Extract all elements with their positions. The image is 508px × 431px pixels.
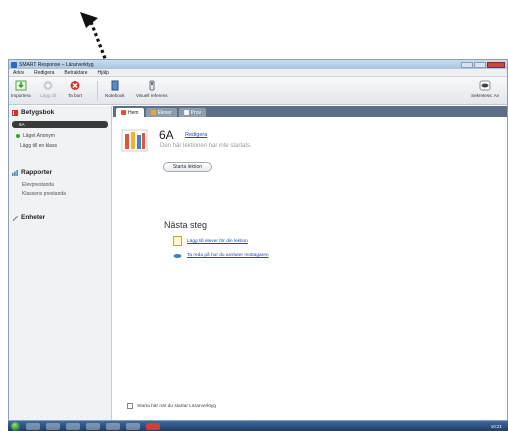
- delete-button[interactable]: Ta bort: [68, 80, 82, 98]
- import-icon: [15, 80, 27, 91]
- tab-test[interactable]: Prov: [178, 108, 207, 117]
- title-bar: SMART Response – Lärarverktyg: [9, 60, 507, 69]
- startup-checkbox-row[interactable]: Starta här när du startar Lärarverktyg: [127, 403, 216, 409]
- maximize-button[interactable]: [474, 61, 486, 68]
- connect-receiver-link[interactable]: Ta reda på hur du ansluter mottagaren: [173, 250, 269, 260]
- taskbar-app[interactable]: [26, 422, 40, 430]
- report-student-performance[interactable]: Elevprestanda: [9, 179, 111, 188]
- add-button[interactable]: Lägg till: [40, 80, 56, 98]
- start-button[interactable]: [11, 421, 20, 431]
- home-icon: [121, 110, 126, 115]
- toolbar-separator: [97, 81, 98, 101]
- menu-bar: Arkiv Redigera Betraktare Hjälp: [9, 69, 507, 77]
- taskbar-app[interactable]: [146, 422, 160, 430]
- toolbar: Importera Lägg till Ta bort Notebook Vis…: [9, 77, 507, 105]
- devices-section[interactable]: Enheter: [9, 211, 111, 224]
- reports-section[interactable]: Rapporter: [9, 166, 111, 179]
- tab-bar: Hem Elever Prov: [113, 106, 507, 117]
- students-icon: [150, 110, 156, 115]
- app-icon: [11, 61, 17, 68]
- main-panel: Hem Elever Prov 6A Redigera Den här lekt…: [113, 106, 507, 420]
- class-title: 6A: [159, 128, 174, 142]
- document-icon: [173, 236, 182, 246]
- bar-chart-icon: [12, 169, 18, 176]
- status-dot-icon: [16, 134, 20, 138]
- notebook-button[interactable]: Notebook: [105, 80, 125, 98]
- add-icon: [43, 81, 53, 90]
- import-button[interactable]: Importera: [11, 80, 31, 98]
- test-icon: [183, 110, 189, 115]
- menu-redigera[interactable]: Redigera: [34, 70, 54, 76]
- next-steps-heading: Nästa steg: [164, 220, 208, 230]
- taskbar-app[interactable]: [86, 422, 100, 430]
- lesson-status: Den här lektionen har inte startats.: [160, 143, 252, 149]
- startup-checkbox[interactable]: [127, 403, 133, 409]
- app-window: SMART Response – Lärarverktyg Arkiv Redi…: [8, 59, 508, 421]
- add-class-link[interactable]: Lägg till en klass: [9, 139, 111, 149]
- window-title: SMART Response – Lärarverktyg: [19, 61, 94, 68]
- taskbar-app[interactable]: [46, 422, 60, 430]
- sidebar: Betygsbok 6A Läget Anonym Lägg till en k…: [9, 106, 112, 420]
- taskbar-clock: 10:21: [490, 423, 502, 429]
- receiver-icon: [173, 254, 182, 258]
- menu-hjalp[interactable]: Hjälp: [98, 70, 109, 76]
- close-button[interactable]: [487, 61, 505, 68]
- eye-icon: [479, 80, 491, 91]
- edit-class-link[interactable]: Redigera: [185, 132, 207, 138]
- lesson-icon: [121, 129, 148, 152]
- notebook-icon: [111, 80, 119, 91]
- tab-home[interactable]: Hem: [116, 108, 144, 117]
- menu-arkiv[interactable]: Arkiv: [13, 70, 24, 76]
- pencil-icon: [12, 215, 18, 221]
- delete-icon: [70, 81, 80, 90]
- window-controls: [461, 61, 505, 68]
- taskbar-app[interactable]: [106, 422, 120, 430]
- tab-students[interactable]: Elever: [145, 108, 177, 117]
- visual-reference-button[interactable]: Visuell referens: [136, 80, 168, 98]
- gradebook-section[interactable]: Betygsbok: [9, 106, 111, 119]
- taskbar: 10:21: [8, 421, 508, 431]
- minimize-button[interactable]: [461, 61, 473, 68]
- start-lesson-button[interactable]: Starta lektion: [163, 162, 212, 172]
- report-class-performance[interactable]: Klassens prestanda: [9, 188, 111, 197]
- class-item-selected[interactable]: 6A: [12, 121, 108, 128]
- anonymous-mode[interactable]: Läget Anonym: [9, 128, 111, 139]
- taskbar-app[interactable]: [126, 422, 140, 430]
- add-students-link[interactable]: Lägg till elever för din lektion: [173, 236, 248, 246]
- menu-betraktare[interactable]: Betraktare: [64, 70, 87, 76]
- visual-reference-icon: [149, 80, 155, 91]
- gradebook-icon: [12, 109, 18, 116]
- taskbar-app[interactable]: [66, 422, 80, 430]
- privacy-button[interactable]: Sekretess: Av: [471, 80, 499, 98]
